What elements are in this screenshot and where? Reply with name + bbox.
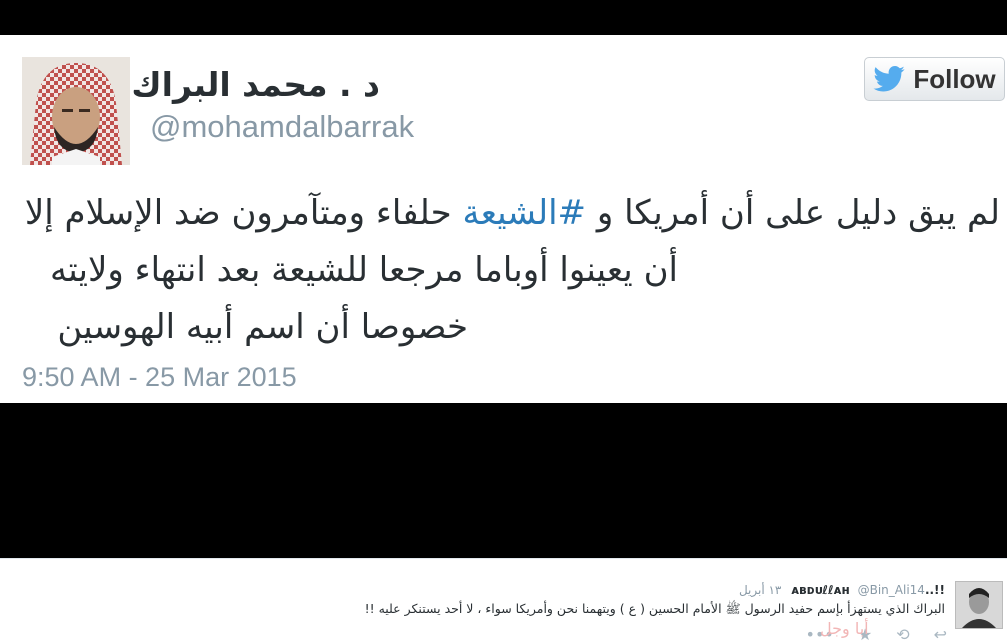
tweet-line-3: خصوصا أن اسم أبيه الهوسين [57,307,468,347]
reply-icon[interactable]: ↩ [934,625,947,641]
reply-handle[interactable]: @Bin_Ali14 [858,583,925,597]
tweet-timestamp[interactable]: 9:50 AM - 25 Mar 2015 [22,362,297,393]
tweet-text-segment: لم يبق دليل على أن أمريكا و [586,193,1000,233]
author-handle[interactable]: @mohamdalbarrak [150,109,414,145]
author-display-name[interactable]: د . محمد البراك [131,65,380,104]
reply-tweet: !!..ᴀʙᴅᴜℓℓᴀн @Bin_Ali14 ١٣ أبريل البراك … [0,558,1007,641]
watermark-text: أبا وجل [820,619,869,638]
tweet-text: لم يبق دليل على أن أمريكا و #الشيعة حلفا… [20,185,1000,356]
top-black-bar [0,0,1007,35]
reply-time[interactable]: ١٣ أبريل [739,583,781,597]
reply-header: !!..ᴀʙᴅᴜℓℓᴀн @Bin_Ali14 ١٣ أبريل [739,583,945,597]
embedded-tweet-card: د . محمد البراك @mohamdalbarrak Follow ل… [0,35,1007,403]
tweet-text-segment: حلفاء ومتآمرون ضد الإسلام إلا [24,193,463,233]
follow-button[interactable]: Follow [864,57,1005,101]
twitter-bird-icon [873,66,905,92]
reply-avatar[interactable] [955,581,1003,629]
tweet-line-2: أن يعينوا أوباما مرجعا للشيعة بعد انتهاء… [50,250,678,290]
black-gap [0,403,1007,558]
reply-text: البراك الذي يستهزأ بإسم حفيد الرسول ﷺ ال… [364,601,945,616]
hashtag-link[interactable]: #الشيعة [463,193,587,233]
avatar-portrait-icon [22,57,130,165]
reply-avatar-portrait-icon [956,582,1002,628]
author-avatar[interactable] [22,57,130,165]
retweet-icon[interactable]: ⟲ [896,625,909,641]
tweet-line-1: لم يبق دليل على أن أمريكا و #الشيعة حلفا… [20,185,1000,242]
follow-label: Follow [913,63,996,94]
